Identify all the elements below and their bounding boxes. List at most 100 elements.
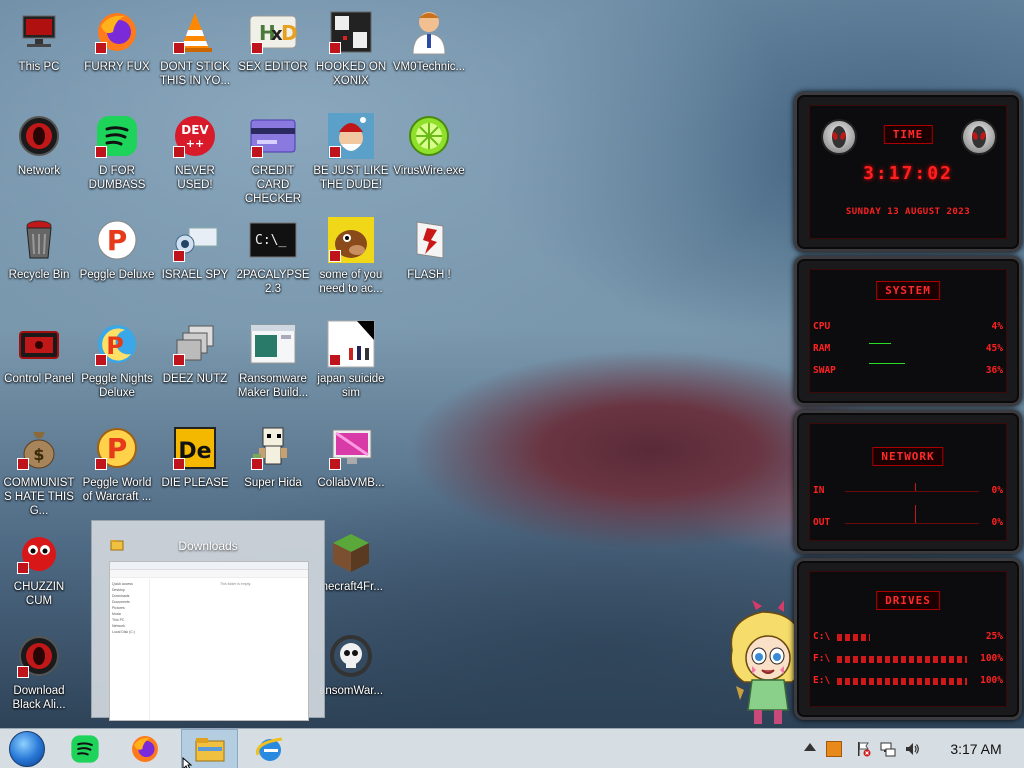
shortcut-arrow-icon [251, 146, 263, 158]
icon-label: DIE PLEASE [161, 477, 229, 489]
recycle-bin-icon [15, 216, 63, 264]
peggle-nights-icon: P [93, 320, 141, 368]
widget-system-panel: SYSTEM CPU 4% RAM 45% SWAP 36% [794, 256, 1022, 406]
action-center-flag-icon[interactable] [856, 741, 872, 757]
desktop-icon-die-please[interactable]: De DIE PLEASE [157, 418, 233, 518]
icon-label: Peggle Deluxe [79, 269, 155, 281]
spotify-like-icon [71, 735, 99, 763]
alien-logo-left-icon [821, 119, 857, 155]
icon-label: Network [17, 165, 61, 177]
alien-logo-right-icon [961, 119, 997, 155]
widget-drive-c-bar [837, 634, 870, 641]
taskbar-internet-explorer-button[interactable] [243, 729, 297, 768]
icon-label: CHUZZIN CUM [13, 581, 65, 607]
chuzzle-icon [15, 528, 63, 576]
tray-app-icon[interactable] [826, 741, 842, 757]
widget-net-out-row: OUT 0% [813, 517, 1003, 528]
desktop-icon-furry-fux[interactable]: FURRY FUX [79, 2, 155, 102]
desktop-icon-collabvm[interactable]: CollabVMB... [313, 418, 389, 518]
shortcut-arrow-icon [329, 250, 341, 262]
thumbnail-preview: Quick access Desktop Downloads Documents… [109, 561, 309, 721]
taskbar-clock[interactable]: 3:17 AM [936, 729, 1016, 768]
desktop-icon-network[interactable]: Network [1, 106, 77, 206]
shortcut-arrow-icon [173, 42, 185, 54]
shortcut-arrow-icon [95, 146, 107, 158]
icon-label: Ransomware Maker Build... [237, 373, 309, 399]
icon-label: Control Panel [4, 373, 74, 385]
desktop-icon-peggle-nights[interactable]: P Peggle Nights Deluxe [79, 314, 155, 414]
desktop-icon-israel-spy[interactable]: ISRAEL SPY [157, 210, 233, 310]
pixel-character-icon [249, 424, 297, 472]
computer-icon [15, 8, 63, 56]
desktop-icon-viruswire[interactable]: VirusWire.exe [391, 106, 467, 206]
shortcut-arrow-icon [329, 42, 341, 54]
desktop-icon-never-used[interactable]: DEV ++ NEVER USED! [157, 106, 233, 206]
desktop-icon-dont-stick[interactable]: DONT STICK THIS IN YO... [157, 2, 233, 102]
start-button[interactable] [0, 729, 54, 768]
start-orb-icon [9, 731, 45, 767]
desktop[interactable]: This PC Network Recycle Bin Control Pane… [0, 0, 1024, 728]
shortcut-arrow-icon [173, 354, 185, 366]
vlc-icon [171, 8, 219, 56]
desktop-icon-peggle-wow[interactable]: P Peggle World of Warcraft ... [79, 418, 155, 518]
svg-text:P: P [107, 224, 128, 257]
widget-time-panel: TIME 3:17:02 SUNDAY 13 AUGUST 2023 [794, 92, 1022, 252]
mouse-cursor-icon [182, 757, 192, 768]
svg-text:D: D [281, 21, 297, 45]
limewire-icon [405, 112, 453, 160]
desktop-icon-japan-suicide-sim[interactable]: japan suicide sim [313, 314, 389, 414]
desktop-icon-sex-editor[interactable]: HxD SEX EDITOR [235, 2, 311, 102]
desktop-icon-peggle-deluxe[interactable]: P Peggle Deluxe [79, 210, 155, 310]
shortcut-arrow-icon [95, 458, 107, 470]
widget-net-in-row: IN 0% [813, 485, 1003, 496]
taskbar-firefox-button[interactable] [118, 729, 172, 768]
taskbar-spotify-like-button[interactable] [58, 729, 112, 768]
desktop-icon-communists[interactable]: $ COMMUNISTS HATE THIS G... [1, 418, 77, 518]
shortcut-arrow-icon [17, 666, 29, 678]
volume-icon[interactable] [904, 741, 920, 757]
widget-clock: 3:17:02 [863, 163, 953, 184]
widget-net-graph-spike [915, 505, 916, 523]
control-panel-icon [15, 320, 63, 368]
icon-label: BE JUST LIKE THE DUDE! [313, 165, 389, 191]
icon-label: some of you need to ac... [319, 269, 383, 295]
desktop-icon-deez-nutz[interactable]: DEEZ NUTZ [157, 314, 233, 414]
desktop-icon-recycle-bin[interactable]: Recycle Bin [1, 210, 77, 310]
desktop-icon-credit-card-checker[interactable]: CREDIT CARD CHECKER [235, 106, 311, 206]
desktop-icon-hooked-on-xonix[interactable]: HOOKED ON XONIX [313, 2, 389, 102]
desktop-icon-this-pc[interactable]: This PC [1, 2, 77, 102]
desktop-icon-chuzzin[interactable]: CHUZZIN CUM [1, 522, 77, 622]
icon-label: Download Black Ali... [12, 685, 66, 711]
flash-icon [405, 216, 453, 264]
desktop-icon-some-of-you[interactable]: some of you need to ac... [313, 210, 389, 310]
desktop-icon-vm0technic[interactable]: VM0Technic... [391, 2, 467, 102]
santa-icon [327, 112, 375, 160]
desktop-icon-download-black-alien[interactable]: Download Black Ali... [1, 626, 77, 726]
widget-ram-graph [869, 343, 891, 344]
icon-label: NEVER USED! [175, 165, 215, 191]
desktop-icon-2pacalypse[interactable]: C:\_ 2PACALYPSE 2.3 [235, 210, 311, 310]
desktop-icon-ransomware-maker[interactable]: Ransomware Maker Build... [235, 314, 311, 414]
desktop-icon-d-for-dumbass[interactable]: D FOR DUMBASS [79, 106, 155, 206]
widget-time-title: TIME [883, 125, 933, 144]
shortcut-arrow-icon [173, 250, 185, 262]
desktop-icon-super-hida[interactable]: Super Hida [235, 418, 311, 518]
window-icon [249, 320, 297, 368]
icon-label: Peggle Nights Deluxe [81, 373, 153, 399]
peggle-wow-icon: P [93, 424, 141, 472]
icon-label: Peggle World of Warcraft ... [82, 477, 152, 503]
desktop-icon-control-panel[interactable]: Control Panel [1, 314, 77, 414]
folder-icon [195, 738, 224, 762]
tray-overflow-icon[interactable] [804, 743, 816, 751]
xonix-icon [327, 8, 375, 56]
shortcut-arrow-icon [251, 458, 263, 470]
internet-explorer-icon [256, 737, 283, 761]
taskbar-thumbnail-downloads[interactable]: Downloads Quick access Desktop Downloads… [91, 520, 325, 721]
widget-net-graph-line [845, 523, 979, 524]
shortcut-arrow-icon [17, 562, 29, 574]
icon-label: FURRY FUX [84, 61, 150, 73]
network-status-icon[interactable] [880, 741, 896, 757]
desktop-icon-flash[interactable]: FLASH ! [391, 210, 467, 310]
icon-label: COMMUNISTS HATE THIS G... [3, 477, 75, 517]
desktop-icon-be-just-like-the-dude[interactable]: BE JUST LIKE THE DUDE! [313, 106, 389, 206]
